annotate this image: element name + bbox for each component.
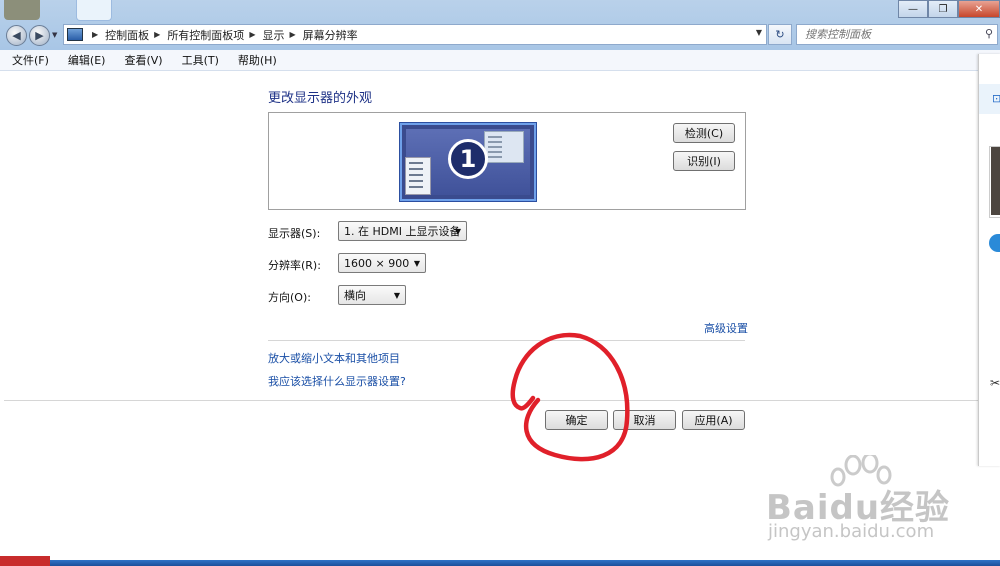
watermark-url: jingyan.baidu.com <box>768 521 935 542</box>
